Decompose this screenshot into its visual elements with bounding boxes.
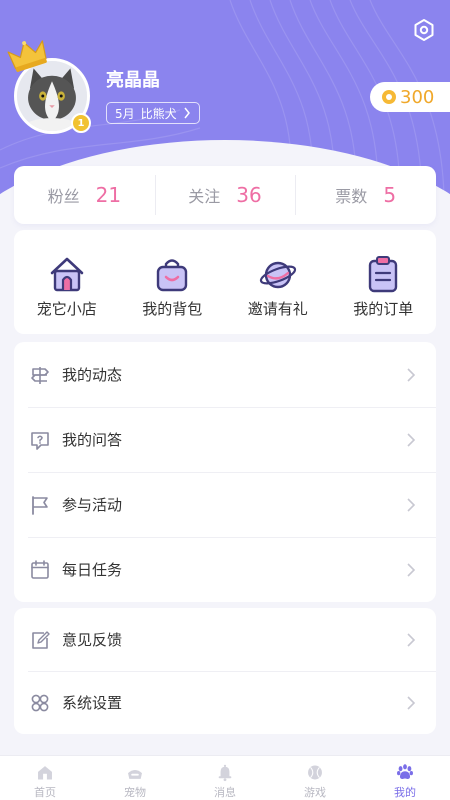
- pet-tag[interactable]: 5月 比熊犬: [106, 102, 200, 124]
- chevron-right-icon: [407, 632, 416, 647]
- tag-month: 5月: [115, 106, 135, 121]
- tab-pet[interactable]: 宠物: [90, 756, 180, 800]
- stat-value: 36: [236, 183, 262, 207]
- feedback-icon: [32, 630, 50, 649]
- stat-value: 5: [383, 183, 397, 207]
- menu-item-label: 意见反馈: [62, 631, 123, 649]
- pet-bowl-icon: [128, 769, 142, 779]
- home-icon: [38, 766, 52, 780]
- coin-balance[interactable]: 300: [370, 82, 450, 112]
- menu-item-daily-tasks[interactable]: 每日任务: [14, 537, 436, 602]
- stat-fans[interactable]: 粉丝 21: [14, 166, 155, 224]
- menu-item-label: 每日任务: [62, 561, 123, 579]
- menu-group-system: 意见反馈 系统设置: [14, 608, 436, 734]
- tab-label: 宠物: [124, 786, 146, 799]
- chevron-right-icon: [407, 497, 416, 512]
- shortcut-invite[interactable]: 邀请有礼: [225, 230, 331, 334]
- tab-label: 游戏: [304, 786, 326, 799]
- bottom-tab-bar: 首页 宠物 消息 游戏 我的: [0, 755, 450, 800]
- stats-card: 粉丝 21 关注 36 票数 5: [14, 166, 436, 224]
- shortcut-bag[interactable]: 我的背包: [120, 230, 226, 334]
- chevron-right-icon: [407, 562, 416, 577]
- avatar-group[interactable]: 1: [7, 40, 92, 136]
- shortcut-label: 我的订单: [353, 300, 414, 318]
- level-badge: 1: [71, 113, 91, 133]
- chevron-right-icon: [407, 367, 416, 382]
- menu-item-label: 我的问答: [62, 431, 123, 449]
- chevron-right-icon: [184, 107, 190, 119]
- menu-item-system-settings[interactable]: 系统设置: [14, 671, 436, 734]
- tab-mine[interactable]: 我的: [360, 756, 450, 800]
- settings-grid-icon: [31, 694, 49, 711]
- coin-icon: [382, 90, 396, 104]
- tab-games[interactable]: 游戏: [270, 756, 360, 800]
- stat-label: 关注: [188, 187, 221, 206]
- stat-votes[interactable]: 票数 5: [295, 166, 436, 224]
- chevron-right-icon: [407, 432, 416, 447]
- shortcut-label: 我的背包: [142, 300, 203, 318]
- shortcut-orders[interactable]: 我的订单: [331, 230, 437, 334]
- signpost-icon: [31, 366, 49, 384]
- shop-icon: [50, 257, 84, 292]
- tag-breed: 比熊犬: [140, 106, 177, 121]
- chevron-right-icon: [407, 695, 416, 710]
- menu-item-feedback[interactable]: 意见反馈: [14, 608, 436, 671]
- menu-item-label: 参与活动: [62, 496, 123, 514]
- menu-item-label: 系统设置: [62, 694, 123, 712]
- stat-label: 票数: [335, 187, 368, 206]
- coin-value: 300: [400, 86, 435, 108]
- tab-messages[interactable]: 消息: [180, 756, 270, 800]
- stat-value: 21: [95, 183, 122, 207]
- username: 亮晶晶: [106, 70, 160, 91]
- menu-item-label: 我的动态: [62, 366, 123, 384]
- ball-icon: [308, 765, 322, 780]
- tab-label: 消息: [214, 786, 236, 799]
- clipboard-icon: [369, 256, 398, 293]
- stat-label: 粉丝: [47, 187, 80, 206]
- bell-icon: [218, 764, 232, 782]
- menu-item-my-posts[interactable]: 我的动态: [14, 342, 436, 407]
- tab-label: 我的: [394, 786, 416, 799]
- planet-icon: [259, 261, 296, 289]
- settings-gear-icon[interactable]: [412, 18, 436, 42]
- menu-item-my-qa[interactable]: 我的问答: [14, 407, 436, 472]
- tab-home[interactable]: 首页: [0, 756, 90, 800]
- calendar-icon: [31, 559, 49, 579]
- tab-label: 首页: [34, 786, 56, 799]
- menu-group-activity: 我的动态 我的问答 参与活动 每日任务: [14, 342, 436, 602]
- bag-icon: [157, 259, 188, 292]
- paw-icon: [397, 764, 413, 779]
- stat-following[interactable]: 关注 36: [154, 166, 296, 224]
- shortcut-label: 邀请有礼: [247, 300, 308, 318]
- shortcut-shop[interactable]: 宠它小店: [14, 230, 120, 334]
- question-icon: [31, 431, 49, 450]
- shortcut-label: 宠它小店: [36, 300, 97, 318]
- menu-item-activities[interactable]: 参与活动: [14, 472, 436, 537]
- flag-icon: [32, 495, 48, 515]
- shortcuts-card: 宠它小店 我的背包 邀请有礼 我的订单: [14, 230, 436, 334]
